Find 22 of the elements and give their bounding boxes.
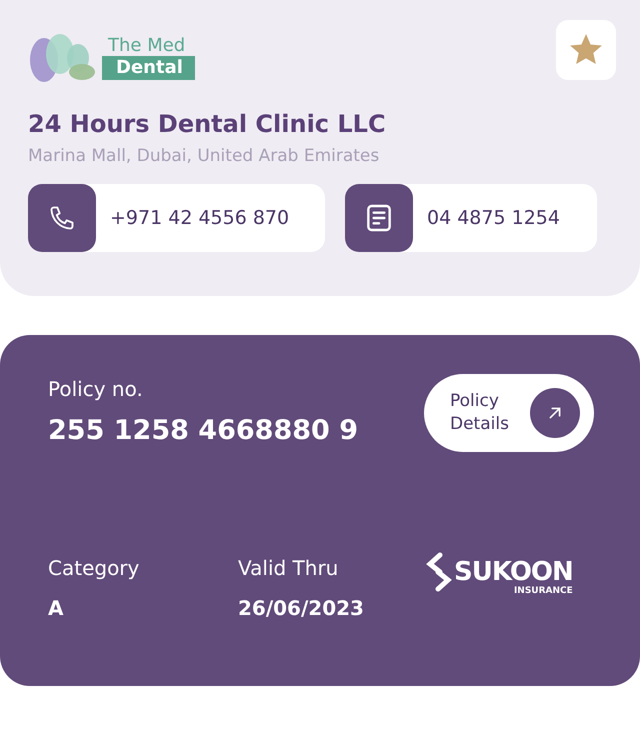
insurer-name: SUKOON	[454, 557, 573, 587]
logo-text-banner: Dental	[102, 56, 195, 80]
contact-pill[interactable]: +971 42 4556 870	[28, 184, 325, 252]
contact-number: 04 4875 1254	[427, 207, 560, 229]
star-icon	[569, 33, 603, 67]
clinic-name: 24 Hours Dental Clinic LLC	[28, 110, 387, 138]
logo-text: The Med	[107, 36, 186, 56]
field-value: A	[48, 596, 64, 620]
policy-number-label: Policy no.	[48, 377, 144, 401]
field-label: Valid Thru	[238, 556, 340, 580]
clinic-address: Marina Mall, Dubai, United Arab Emirates	[28, 146, 380, 166]
policy-details-button[interactable]: Policy Details	[424, 374, 594, 452]
insurer-logo-icon	[426, 552, 452, 592]
policy-number: 255 1258 4668880 9	[48, 415, 358, 446]
favorite-button[interactable]	[556, 20, 616, 80]
leaves-logo-icon	[28, 32, 98, 84]
field-value: 26/06/2023	[238, 596, 365, 620]
contact-number: +971 42 4556 870	[110, 207, 290, 229]
field-label: Category	[48, 556, 140, 580]
phone-icon	[48, 204, 76, 232]
contact-pill[interactable]: 04 4875 1254	[345, 184, 597, 252]
insurer-tagline: INSURANCE	[514, 586, 573, 596]
